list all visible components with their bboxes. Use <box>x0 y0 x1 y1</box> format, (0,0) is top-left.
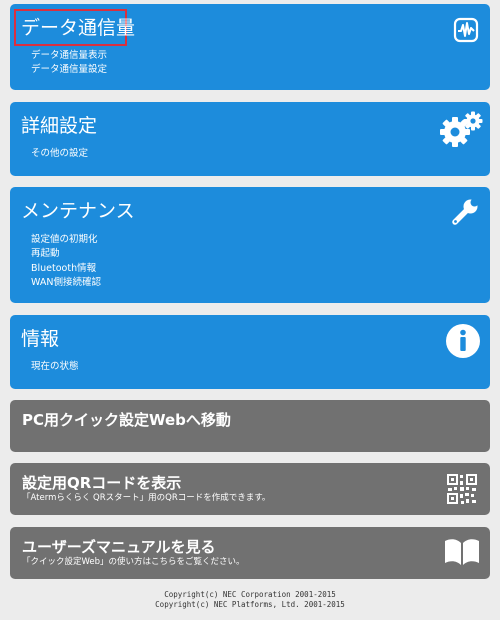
data-usage-settings-link[interactable]: データ通信量設定 <box>31 63 107 78</box>
reset-settings-link[interactable]: 設定値の初期化 <box>31 233 98 248</box>
current-status-link[interactable]: 現在の状態 <box>31 360 79 375</box>
info-icon <box>446 324 480 358</box>
pc-quick-settings-button[interactable]: PC用クイック設定Webへ移動 <box>10 400 490 452</box>
restart-link[interactable]: 再起動 <box>31 247 60 262</box>
wrench-icon <box>452 198 479 225</box>
wan-connection-check-link[interactable]: WAN側接続確認 <box>31 276 101 291</box>
qr-code-description: 「Atermらくらく QRスタート」用のQRコードを作成できます。 <box>22 493 271 503</box>
user-manual-button[interactable]: ユーザーズマニュアルを見る 「クイック設定Web」の使い方はこちらをご覧ください… <box>10 527 490 579</box>
maintenance-title[interactable]: メンテナンス <box>21 199 135 223</box>
data-usage-display-link[interactable]: データ通信量表示 <box>31 49 107 64</box>
info-title[interactable]: 情報 <box>21 327 59 351</box>
advanced-settings-section: 詳細設定 その他の設定 <box>10 102 490 176</box>
info-section: 情報 現在の状態 <box>10 315 490 389</box>
qr-code-icon <box>447 474 477 504</box>
copyright-line-2: Copyright(c) NEC Platforms, Ltd. 2001-20… <box>155 600 345 609</box>
other-settings-link[interactable]: その他の設定 <box>31 147 88 162</box>
bluetooth-info-link[interactable]: Bluetooth情報 <box>31 262 96 277</box>
user-manual-description: 「クイック設定Web」の使い方はこちらをご覧ください。 <box>22 557 245 567</box>
advanced-settings-title[interactable]: 詳細設定 <box>21 114 97 138</box>
data-usage-title[interactable]: データ通信量 <box>21 16 135 40</box>
waveform-icon <box>453 17 479 43</box>
data-usage-section: データ通信量 データ通信量表示 データ通信量設定 <box>10 4 490 90</box>
gears-icon <box>440 111 483 147</box>
copyright-line-1: Copyright(c) NEC Corporation 2001-2015 <box>164 590 336 599</box>
book-icon <box>445 539 479 565</box>
maintenance-section: メンテナンス 設定値の初期化 再起動 Bluetooth情報 WAN側接続確認 <box>10 187 490 303</box>
pc-quick-settings-title: PC用クイック設定Webへ移動 <box>22 411 231 429</box>
qr-code-button[interactable]: 設定用QRコードを表示 「Atermらくらく QRスタート」用のQRコードを作成… <box>10 463 490 515</box>
